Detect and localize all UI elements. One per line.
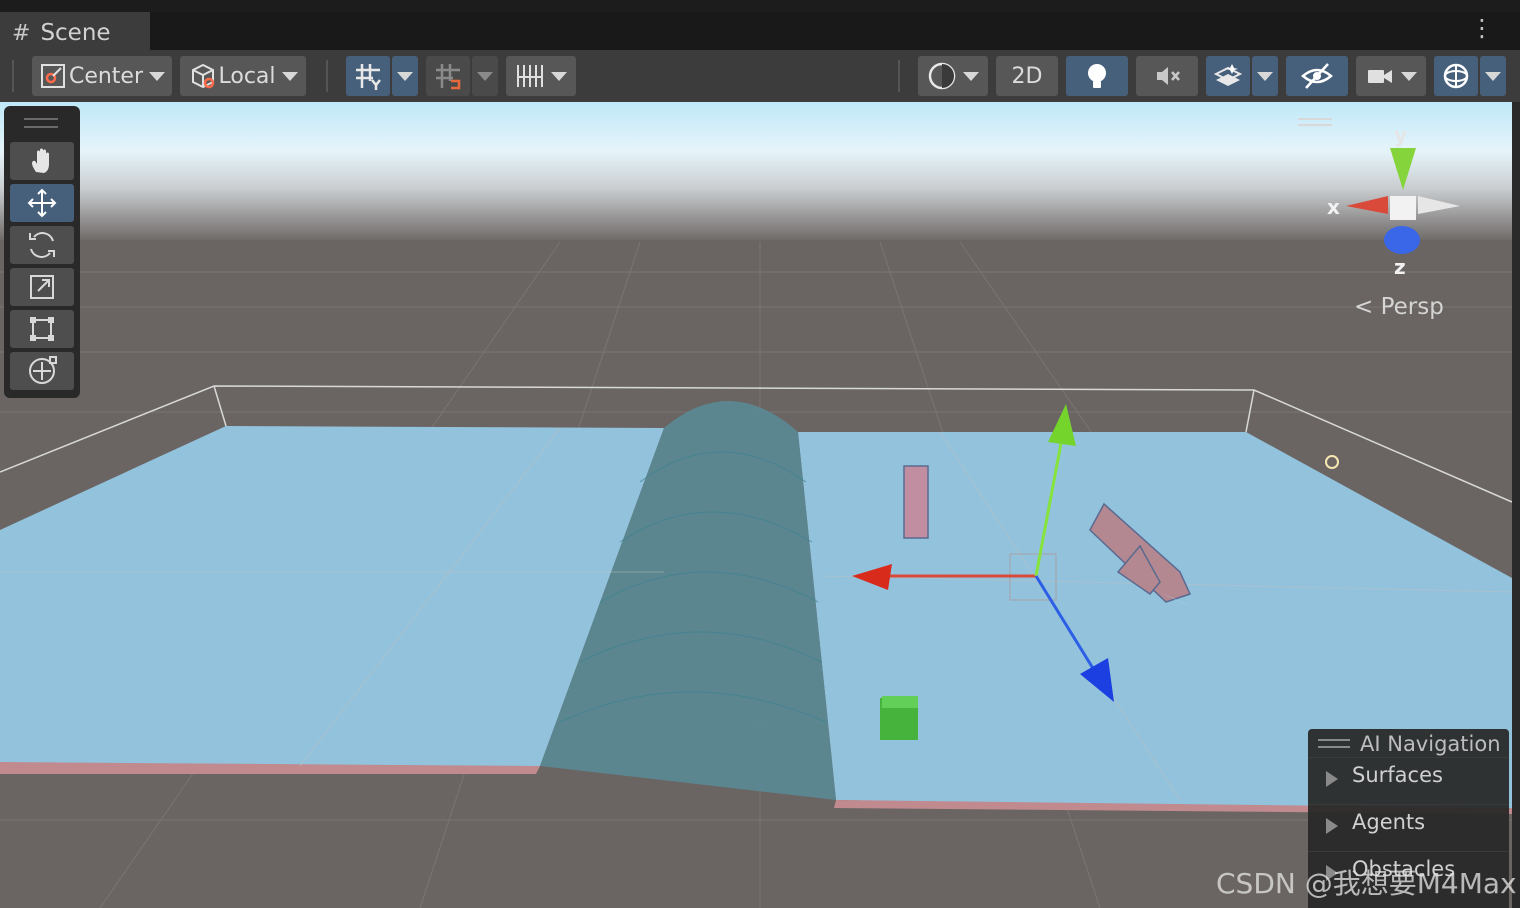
effects-dropdown[interactable] — [1252, 56, 1278, 96]
grid-icon: # — [12, 20, 31, 46]
space-label: Local — [218, 63, 276, 89]
projection-label: Persp — [1380, 294, 1444, 320]
audio-toggle[interactable] — [1136, 56, 1198, 96]
rect-tool-button[interactable] — [10, 310, 74, 348]
rotate-tool-button[interactable] — [10, 226, 74, 264]
camera-icon — [1368, 70, 1392, 83]
ai-navigation-item-label: Agents — [1352, 810, 1426, 834]
tab-bar: # Scene ⋮ — [0, 0, 1520, 52]
ruler-icon — [517, 65, 543, 87]
snap-settings-dropdown[interactable] — [506, 56, 576, 96]
ai-navigation-item-surfaces[interactable]: Surfaces — [1308, 757, 1509, 802]
gizmos-dropdown[interactable] — [1480, 56, 1506, 96]
rect-tool-icon — [30, 317, 54, 341]
transform-tool-icon — [29, 356, 57, 384]
window-top-strip — [0, 0, 1520, 12]
scene-render[interactable]: y x z — [0, 102, 1512, 908]
visibility-icon — [1301, 63, 1333, 89]
gizmo-y-label: y — [1394, 123, 1407, 147]
pivot-center-icon — [40, 64, 65, 88]
mode-2d-label: 2D — [1011, 63, 1043, 89]
transform-tool-button[interactable] — [10, 352, 74, 390]
chevron-left-icon: < — [1354, 294, 1374, 320]
scene-scrollbar[interactable] — [1512, 102, 1520, 908]
effects-icon — [1213, 64, 1243, 86]
scale-tool-icon — [30, 275, 54, 299]
chevron-down-icon — [963, 71, 979, 81]
chevron-down-icon — [1401, 71, 1417, 81]
pivot-center-dropdown[interactable]: Center — [32, 56, 172, 96]
mode-2d-toggle[interactable]: 2D — [996, 56, 1058, 96]
grid-snap-dropdown[interactable] — [392, 56, 418, 96]
sky — [0, 102, 1512, 242]
hand-tool-button[interactable] — [10, 142, 74, 180]
move-tool-button[interactable] — [10, 184, 74, 222]
tools-grip[interactable] — [24, 118, 58, 128]
scene-viewport[interactable]: y x z — [0, 102, 1512, 908]
scene-toolbar: Center Local 2D — [0, 50, 1520, 103]
light-icon — [1088, 64, 1106, 88]
gizmo-x-label: x — [1327, 195, 1340, 219]
effects-toggle[interactable] — [1206, 56, 1250, 96]
expand-arrow-icon[interactable] — [1326, 771, 1338, 787]
audio-mute-icon — [1157, 67, 1180, 85]
increment-snap-toggle[interactable] — [426, 56, 470, 96]
increment-snap-icon — [436, 64, 461, 90]
kebab-icon[interactable]: ⋮ — [1470, 16, 1494, 40]
increment-snap-dropdown[interactable] — [472, 56, 498, 96]
ai-navigation-grip[interactable] — [1318, 739, 1350, 748]
chevron-down-icon — [477, 71, 493, 81]
ai-navigation-item-agents[interactable]: Agents — [1308, 804, 1509, 849]
ai-navigation-title: AI Navigation — [1360, 732, 1501, 756]
chevron-down-icon — [1257, 71, 1273, 81]
projection-toggle[interactable]: < Persp — [1354, 294, 1444, 320]
camera-settings-dropdown[interactable] — [1356, 56, 1426, 96]
grid-snap-icon — [356, 64, 381, 90]
toolbar-grip[interactable] — [12, 60, 14, 92]
tab-scene-label: Scene — [40, 20, 111, 46]
toolbar-separator — [326, 60, 328, 92]
ai-navigation-item-label: Surfaces — [1352, 763, 1443, 787]
local-space-icon — [192, 63, 215, 89]
gizmos-toggle[interactable] — [1434, 56, 1478, 96]
gizmos-icon — [1443, 63, 1469, 89]
tools-overlay — [4, 106, 80, 398]
gizmo-menu-icon[interactable] — [1298, 118, 1332, 126]
move-tool-icon — [27, 188, 57, 218]
chevron-down-icon — [281, 71, 298, 81]
chevron-down-icon — [397, 71, 413, 81]
expand-arrow-icon[interactable] — [1326, 818, 1338, 834]
scale-tool-button[interactable] — [10, 268, 74, 306]
chevron-down-icon — [551, 71, 567, 81]
tab-scene[interactable]: # Scene — [0, 12, 150, 52]
lighting-toggle[interactable] — [1066, 56, 1128, 96]
toolbar-separator — [898, 60, 900, 92]
gizmo-z-label: z — [1394, 255, 1406, 279]
hand-tool-icon — [32, 148, 49, 173]
chevron-down-icon — [1485, 71, 1501, 81]
scene-visibility-toggle[interactable] — [1286, 56, 1348, 96]
watermark: CSDN @我想要M4Max — [1216, 867, 1517, 900]
pivot-space-dropdown[interactable]: Local — [180, 56, 306, 96]
grid-snap-toggle[interactable] — [346, 56, 390, 96]
obstacle-pillar — [903, 465, 929, 539]
pivot-label: Center — [68, 63, 144, 89]
shading-mode-dropdown[interactable] — [918, 56, 988, 96]
rotate-tool-icon — [29, 232, 55, 258]
chevron-down-icon — [149, 71, 166, 81]
shading-icon — [928, 62, 956, 90]
